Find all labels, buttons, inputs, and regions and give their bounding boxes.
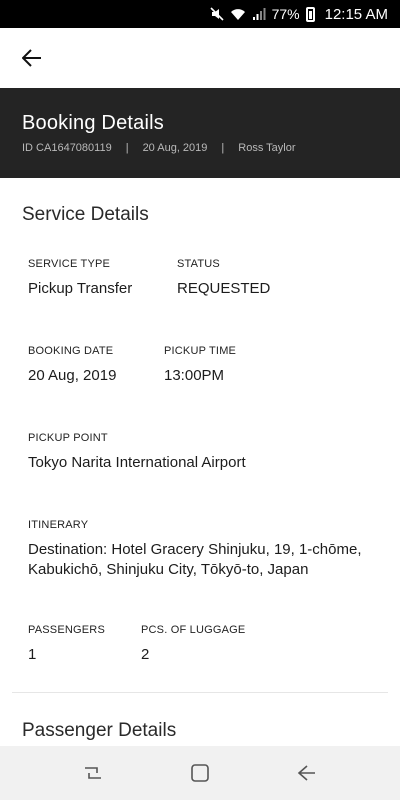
booking-date-field: BOOKING DATE 20 Aug, 2019 bbox=[28, 345, 116, 386]
system-nav-bar bbox=[0, 746, 400, 800]
field-label: PICKUP POINT bbox=[28, 432, 108, 444]
recent-apps-icon bbox=[85, 767, 102, 779]
field-label: BOOKING DATE bbox=[28, 345, 114, 357]
passenger-details-title: Passenger Details bbox=[22, 720, 177, 741]
field-label: SERVICE TYPE bbox=[28, 258, 111, 270]
system-back-button[interactable] bbox=[287, 753, 327, 793]
booking-meta: ID CA1647080119 | 20 Aug, 2019 | Ross Ta… bbox=[22, 142, 378, 154]
field-value: 20 Aug, 2019 bbox=[28, 367, 117, 384]
section-divider bbox=[12, 692, 388, 693]
signal-icon bbox=[252, 8, 266, 20]
service-type-field: SERVICE TYPE Pickup Transfer bbox=[28, 258, 132, 299]
field-value: 1 bbox=[28, 646, 37, 663]
field-label: PASSENGERS bbox=[28, 624, 105, 636]
booking-header: Booking Details ID CA1647080119 | 20 Aug… bbox=[0, 88, 400, 178]
status-field: STATUS REQUESTED bbox=[177, 258, 270, 299]
battery-percentage: 77% bbox=[271, 6, 300, 22]
back-icon bbox=[297, 765, 315, 781]
scroll-content[interactable]: Service Details SERVICE TYPE Pickup Tran… bbox=[0, 178, 400, 746]
app-bar bbox=[0, 28, 400, 88]
pickup-point-field: PICKUP POINT Tokyo Narita International … bbox=[28, 432, 246, 473]
customer-name: Ross Taylor bbox=[238, 142, 296, 154]
field-value: 2 bbox=[141, 646, 150, 663]
field-value: Tokyo Narita International Airport bbox=[28, 454, 246, 471]
field-label: PCS. OF LUGGAGE bbox=[141, 624, 246, 636]
pickup-time-field: PICKUP TIME 13:00PM bbox=[164, 345, 236, 386]
home-button[interactable] bbox=[180, 753, 220, 793]
itinerary-field: ITINERARY Destination: Hotel Gracery Shi… bbox=[28, 519, 378, 580]
field-value: Destination: Hotel Gracery Shinjuku, 19,… bbox=[28, 541, 362, 578]
service-details-title: Service Details bbox=[22, 204, 149, 225]
arrow-left-icon bbox=[22, 49, 41, 67]
field-label: ITINERARY bbox=[28, 519, 89, 531]
luggage-field: PCS. OF LUGGAGE 2 bbox=[141, 624, 245, 665]
recent-apps-button[interactable] bbox=[73, 753, 113, 793]
battery-icon bbox=[305, 6, 315, 22]
mute-icon bbox=[210, 7, 224, 21]
field-label: STATUS bbox=[177, 258, 220, 270]
field-value: 13:00PM bbox=[164, 367, 225, 384]
meta-separator: | bbox=[221, 142, 225, 154]
field-value: Pickup Transfer bbox=[28, 280, 133, 297]
home-icon bbox=[191, 764, 209, 782]
field-value: REQUESTED bbox=[177, 280, 271, 297]
wifi-icon bbox=[230, 9, 245, 20]
meta-separator: | bbox=[125, 142, 129, 154]
passengers-field: PASSENGERS 1 bbox=[28, 624, 105, 665]
booking-header-date: 20 Aug, 2019 bbox=[142, 142, 208, 154]
booking-id: ID CA1647080119 bbox=[22, 142, 112, 154]
status-bar: 77% 12:15 AM bbox=[0, 0, 400, 28]
status-clock: 12:15 AM bbox=[324, 5, 388, 23]
back-button[interactable] bbox=[18, 44, 46, 72]
field-label: PICKUP TIME bbox=[164, 345, 237, 357]
page-title: Booking Details bbox=[22, 112, 164, 134]
